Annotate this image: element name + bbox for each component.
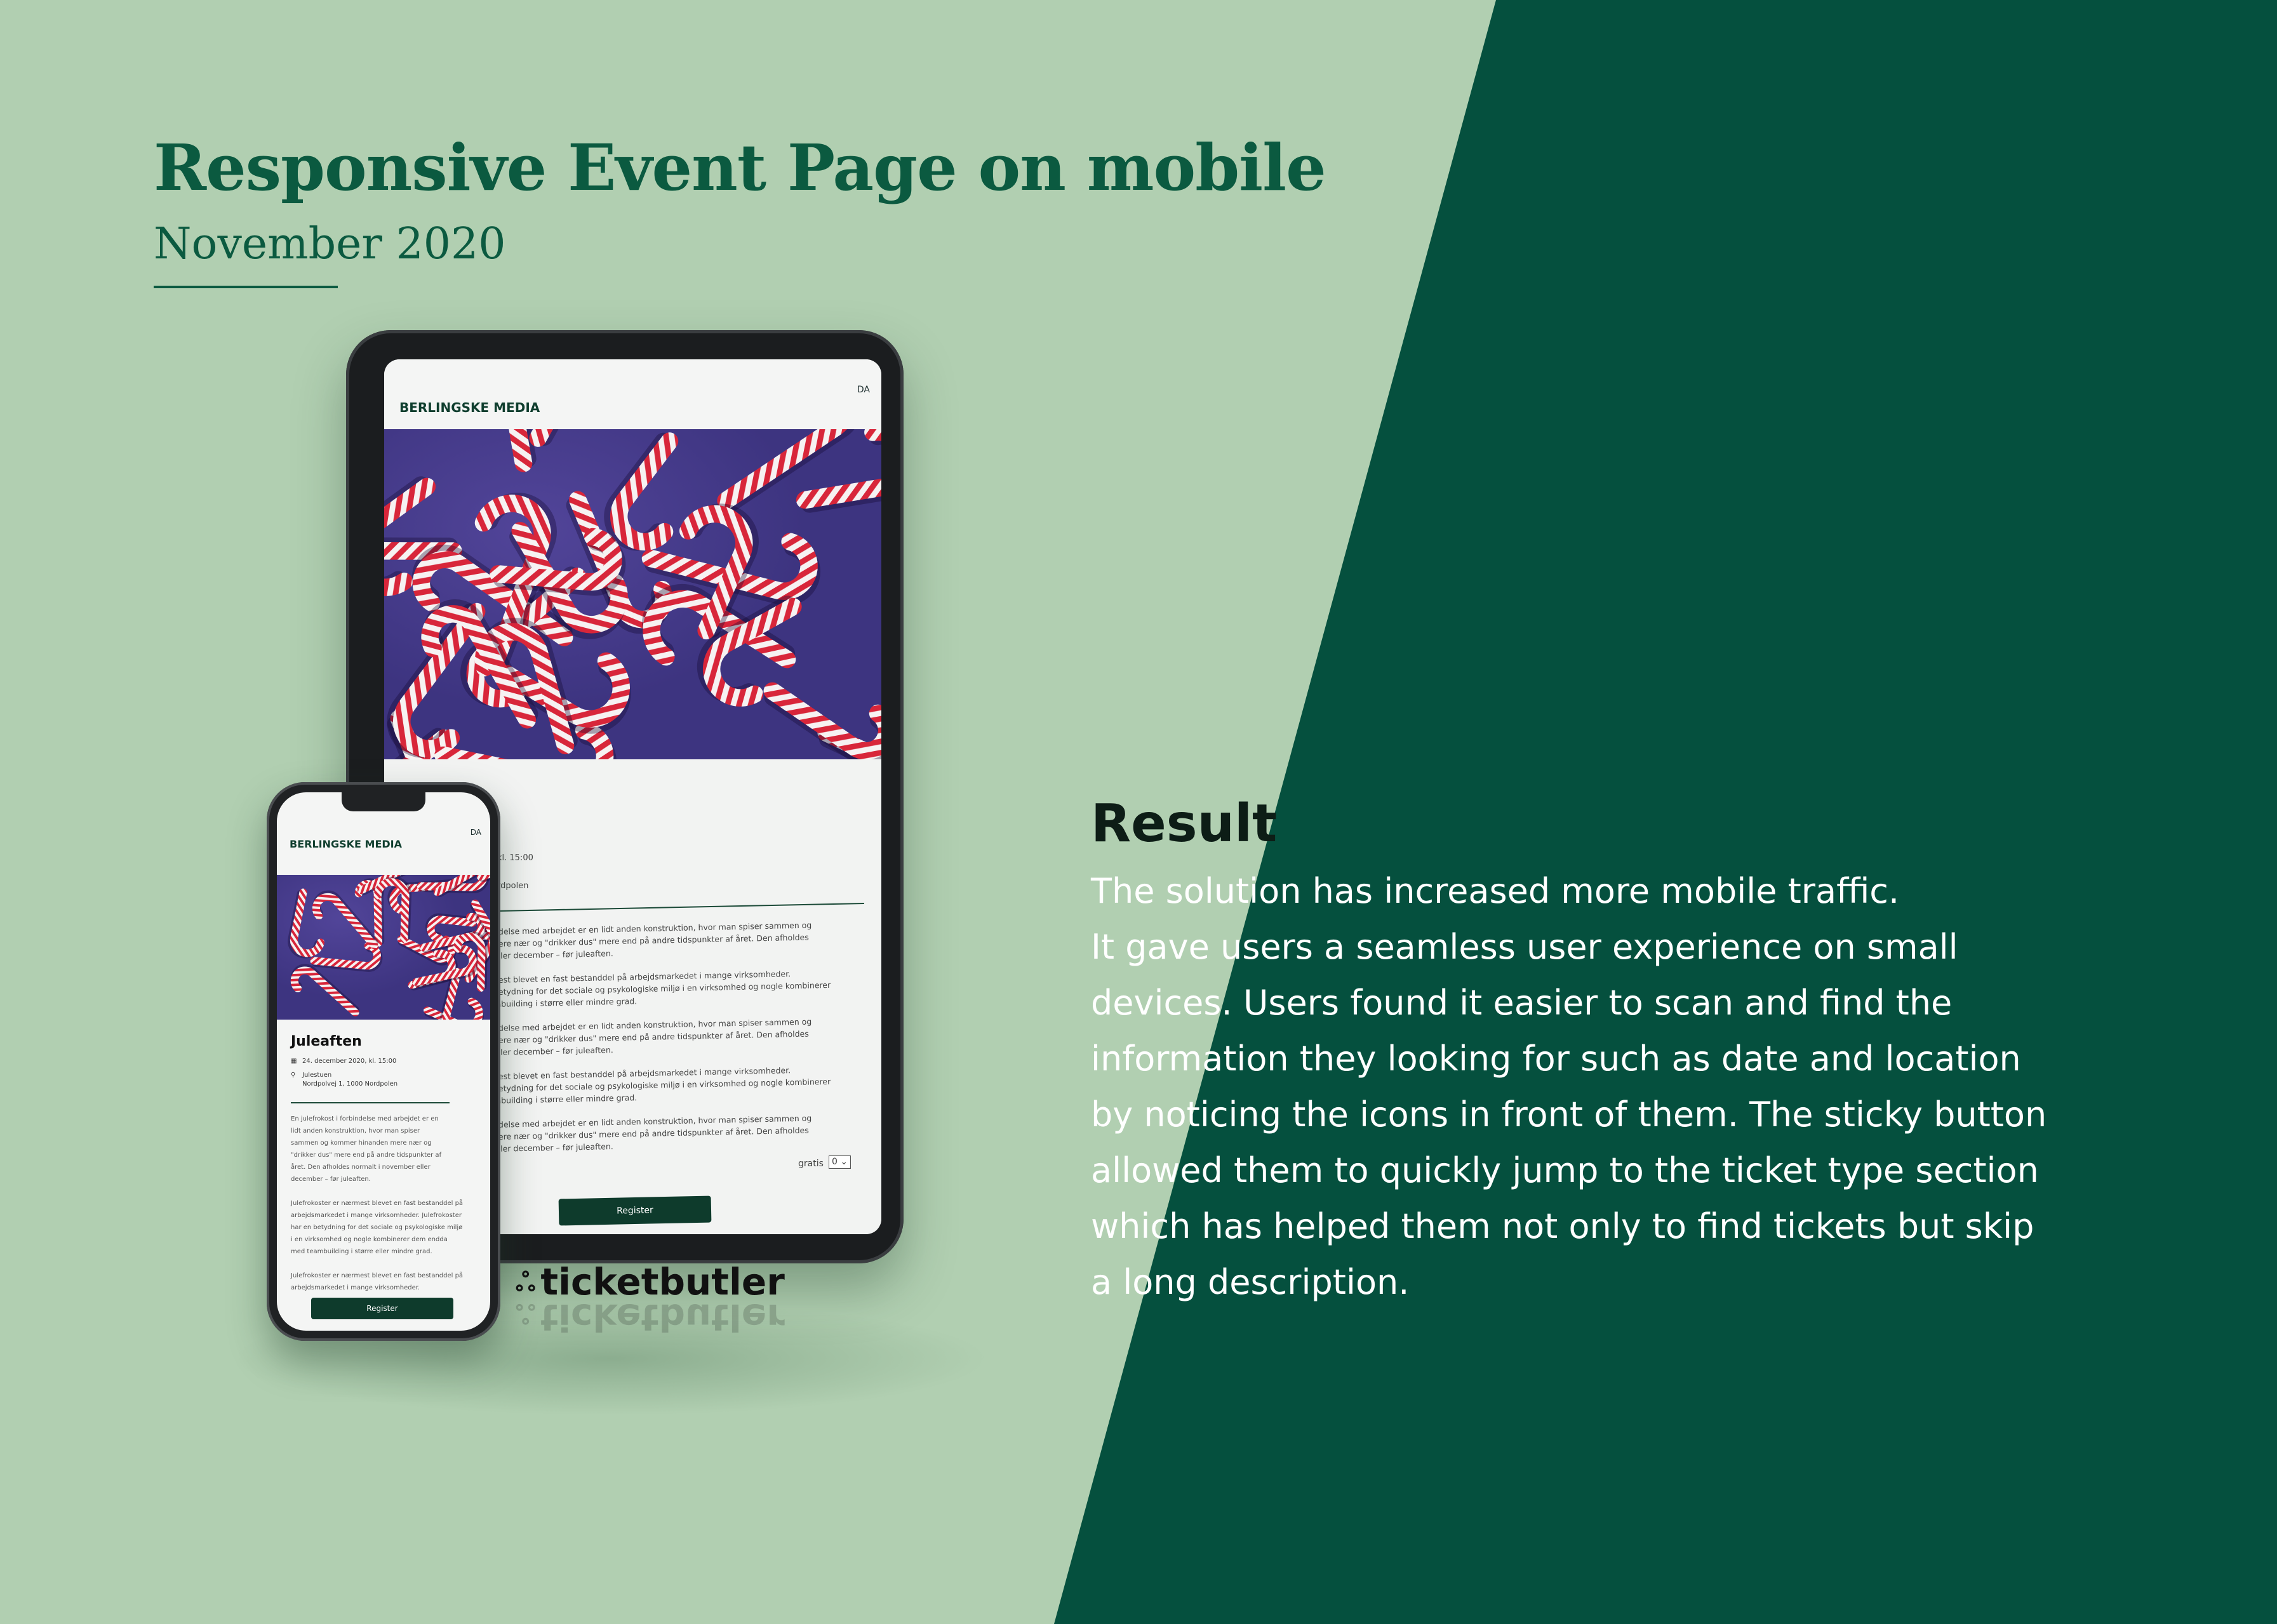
candy-cane-illustration [288,875,490,1020]
candy-cane [451,429,537,472]
result-description: The solution has increased more mobile t… [1091,863,2081,1310]
description-line: med teambuilding i større eller mindre g… [291,1248,432,1255]
result-line: which has helped them not only to find t… [1091,1206,2034,1246]
event-address: Nordpolvej 1, 1000 Nordpolen [302,1081,398,1088]
description-line: sammen og kommer hinanden mere nær og [291,1140,432,1147]
calendar-icon: ▦ [291,1058,297,1065]
description-line: eller december – før juleaften. [493,948,613,961]
phone-notch [342,792,425,811]
title-underline [154,286,338,288]
event-hero-image [277,875,490,1020]
description-line: arbejdsmarkedet i mange virksomheder. Ju… [291,1212,462,1219]
description-line: En julefrokost i forbindelse med arbejde… [291,1115,439,1122]
location-pin-icon: ⚲ [291,1072,296,1079]
language-switcher[interactable]: DA [857,385,870,395]
page-date: November 2020 [154,219,506,269]
description-line: i en virksomhed og nogle kombinerer dem … [291,1236,448,1243]
phone-screen: BERLINGSKE MEDIA DA Juleaften ▦ 24. decem… [277,792,490,1331]
phone-site-header: BERLINGSKE MEDIA DA [277,811,490,875]
event-date: 24. december 2020, kl. 15:00 [302,1058,397,1065]
event-title: Juleaften [291,1034,362,1049]
description-line: mbuilding i større eller mindre grad. [493,996,638,1009]
result-line: It gave users a seamless user experience… [1091,927,1958,967]
result-line: devices. Users found it easier to scan a… [1091,983,1953,1023]
content-divider [497,902,864,912]
result-line: by noticing the icons in front of them. … [1091,1095,2047,1135]
description-line: året. Den afholdes normalt i november el… [291,1164,431,1171]
result-line: a long description. [1091,1262,1410,1302]
phone-mockup: BERLINGSKE MEDIA DA Juleaften ▦ 24. decem… [267,782,500,1341]
tablet-site-header: BERLINGSKE MEDIA DA [384,359,881,429]
candy-cane [290,964,359,1016]
sticky-register-button[interactable]: Register [311,1298,453,1319]
description-line: december – før juleaften. [291,1176,371,1183]
description-line: "drikker dus" mere end på andre tidspunk… [291,1152,442,1159]
result-line: information they looking for such as dat… [1091,1039,2021,1079]
event-date-row: ▦ 24. december 2020, kl. 15:00 [291,1058,396,1065]
ticket-quantity-value: 0 [832,1157,838,1167]
description-line: eller december – før juleaften. [493,1045,613,1057]
language-switcher[interactable]: DA [471,828,481,837]
event-hero-image [384,429,881,759]
result-line: The solution has increased more mobile t… [1091,871,1900,911]
ticket-type-label: gratis [798,1159,824,1169]
result-line: allowed them to quickly jump to the tick… [1091,1150,2039,1190]
event-location-row: ⚲ Julestuen [291,1072,331,1079]
description-line: Julefrokoster er nærmest blevet en fast … [291,1272,464,1279]
event-venue: Julestuen [302,1072,332,1079]
ticketbutler-logo-reflection: ஃ ticketbutler [516,1296,785,1339]
event-location-fragment: rdpolen [497,881,529,891]
description-line: mbuilding i større eller mindre grad. [493,1093,638,1105]
content-divider [291,1102,450,1103]
page-title: Responsive Event Page on mobile [154,130,1326,205]
brand-logo[interactable]: BERLINGSKE MEDIA [290,838,402,850]
event-time-fragment: kl. 15:00 [497,853,533,863]
description-line: Julefrokoster er nærmest blevet en fast … [291,1200,464,1207]
mustache-icon: ஃ [516,1268,536,1298]
candy-cane-illustration [384,429,881,759]
result-heading: Result [1091,794,1278,854]
description-line: har en betydning for det sociale og psyk… [291,1224,463,1231]
register-button[interactable]: Register [558,1195,712,1226]
description-line: lidt anden konstruktion, hvor man spiser [291,1128,420,1135]
description-line: eller december – før juleaften. [493,1141,613,1154]
description-line: arbejdsmarkedet i mange virksomheder. [291,1284,420,1291]
ticket-quantity-select[interactable]: 0 ⌄ [829,1155,851,1169]
brand-logo[interactable]: BERLINGSKE MEDIA [399,400,540,415]
